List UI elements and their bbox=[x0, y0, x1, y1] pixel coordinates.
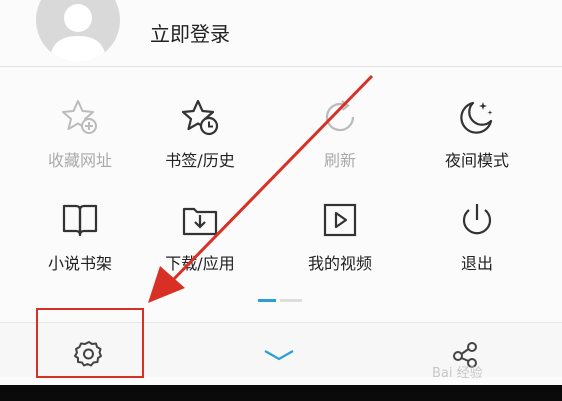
menu-item-refresh[interactable]: 刷新 bbox=[275, 97, 405, 187]
header-divider bbox=[0, 66, 562, 67]
video-play-icon bbox=[323, 203, 357, 237]
avatar[interactable] bbox=[36, 0, 120, 62]
open-book-icon bbox=[62, 204, 98, 237]
menu-item-night-mode[interactable]: 夜间模式 bbox=[412, 97, 542, 187]
page-dot-active bbox=[258, 299, 276, 302]
power-icon bbox=[462, 204, 492, 235]
refresh-icon bbox=[325, 100, 355, 132]
menu-item-exit[interactable]: 退出 bbox=[412, 200, 542, 290]
star-clock-icon bbox=[181, 99, 219, 136]
menu-item-label: 刷新 bbox=[323, 151, 356, 170]
login-button[interactable]: 立即登录 bbox=[150, 20, 230, 48]
menu-item-bookmarks-history[interactable]: 书签/历史 bbox=[135, 97, 265, 187]
menu-item-label: 小说书架 bbox=[47, 254, 112, 273]
menu-item-novel-shelf[interactable]: 小说书架 bbox=[15, 200, 145, 290]
menu-item-downloads-apps[interactable]: 下载/应用 bbox=[135, 200, 265, 290]
user-silhouette-icon bbox=[50, 4, 106, 62]
chevron-down-icon bbox=[264, 350, 294, 361]
menu-item-label: 我的视频 bbox=[307, 254, 372, 273]
page-dot bbox=[280, 299, 302, 302]
navigation-bar bbox=[0, 385, 562, 401]
menu-item-label: 收藏网址 bbox=[47, 151, 112, 170]
watermark-text: Bai 经验 bbox=[432, 366, 483, 381]
collapse-menu-button[interactable] bbox=[262, 337, 296, 371]
settings-gear-icon bbox=[74, 341, 102, 367]
moon-stars-icon bbox=[460, 101, 493, 134]
menu-item-label: 书签/历史 bbox=[165, 151, 235, 170]
settings-button[interactable] bbox=[72, 337, 106, 371]
bookmark-add-star-icon bbox=[62, 100, 97, 134]
menu-item-label: 夜间模式 bbox=[444, 151, 509, 170]
menu-item-bookmark-add[interactable]: 收藏网址 bbox=[15, 97, 145, 187]
account-header: 立即登录 bbox=[0, 0, 562, 66]
menu-item-my-videos[interactable]: 我的视频 bbox=[275, 200, 405, 290]
menu-item-label: 下载/应用 bbox=[165, 254, 235, 273]
download-folder-icon bbox=[182, 207, 218, 236]
menu-item-label: 退出 bbox=[460, 254, 493, 273]
